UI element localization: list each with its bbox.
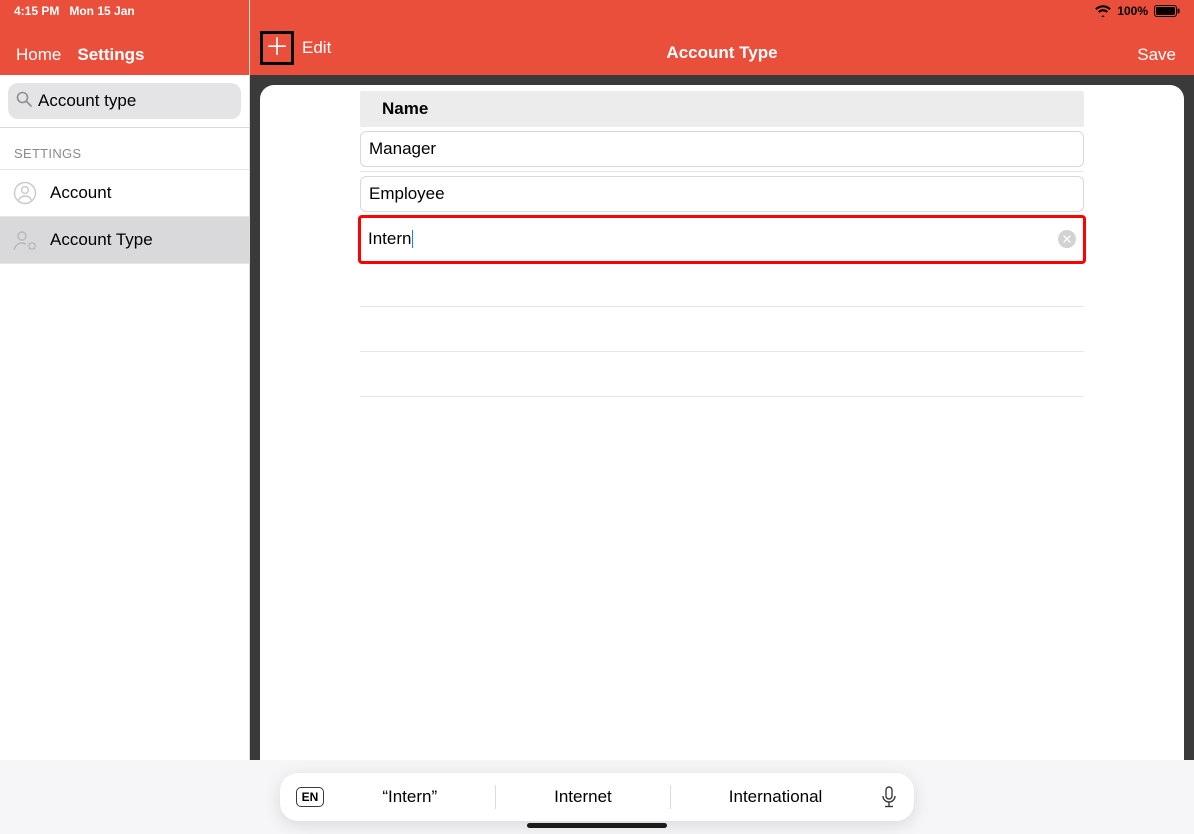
table-row: Employee — [360, 172, 1084, 217]
name-field-value: Intern — [368, 229, 411, 249]
nav-home[interactable]: Home — [16, 45, 61, 65]
edit-button[interactable]: Edit — [302, 38, 331, 58]
column-header-name: Name — [360, 91, 1084, 127]
home-indicator[interactable] — [527, 823, 667, 828]
mic-icon[interactable] — [880, 786, 898, 808]
name-field-value: Employee — [369, 184, 445, 204]
text-caret — [412, 230, 413, 248]
nav-settings[interactable]: Settings — [77, 45, 144, 65]
suggestion-button[interactable]: Internet — [514, 781, 652, 813]
suggestion-button[interactable]: International — [689, 781, 863, 813]
add-button[interactable]: ＋ — [260, 31, 294, 65]
sidebar-item-label: Account — [50, 183, 111, 203]
keyboard-lang-button[interactable]: EN — [296, 787, 325, 807]
sidebar-item-label: Account Type — [50, 230, 153, 250]
name-field[interactable]: Employee — [360, 176, 1084, 212]
suggestion-button[interactable]: “Intern” — [342, 781, 477, 813]
sidebar: Home Settings SETTINGS — [0, 0, 250, 834]
section-label: SETTINGS — [0, 128, 249, 169]
search-icon — [16, 91, 32, 112]
search-input[interactable] — [38, 91, 259, 111]
table-row-empty — [360, 307, 1084, 352]
sidebar-item-account-type[interactable]: Account Type — [0, 216, 249, 264]
table-row-empty — [360, 262, 1084, 307]
main-panel: ＋ Edit Account Type Save Name Manager — [250, 0, 1194, 834]
save-button[interactable]: Save — [1137, 45, 1176, 65]
person-gear-icon — [12, 227, 38, 253]
page-title: Account Type — [666, 43, 777, 63]
search-box[interactable] — [8, 83, 241, 119]
sidebar-item-account[interactable]: Account — [0, 169, 249, 216]
clear-field-icon[interactable] — [1058, 230, 1076, 248]
name-field[interactable]: Manager — [360, 131, 1084, 167]
name-field-value: Manager — [369, 139, 436, 159]
person-icon — [12, 180, 38, 206]
name-field[interactable]: Intern — [360, 221, 1084, 257]
table-row: Manager — [360, 127, 1084, 172]
table-row-active: Intern — [360, 217, 1084, 262]
table-row-empty — [360, 352, 1084, 397]
plus-icon: ＋ — [265, 36, 289, 60]
